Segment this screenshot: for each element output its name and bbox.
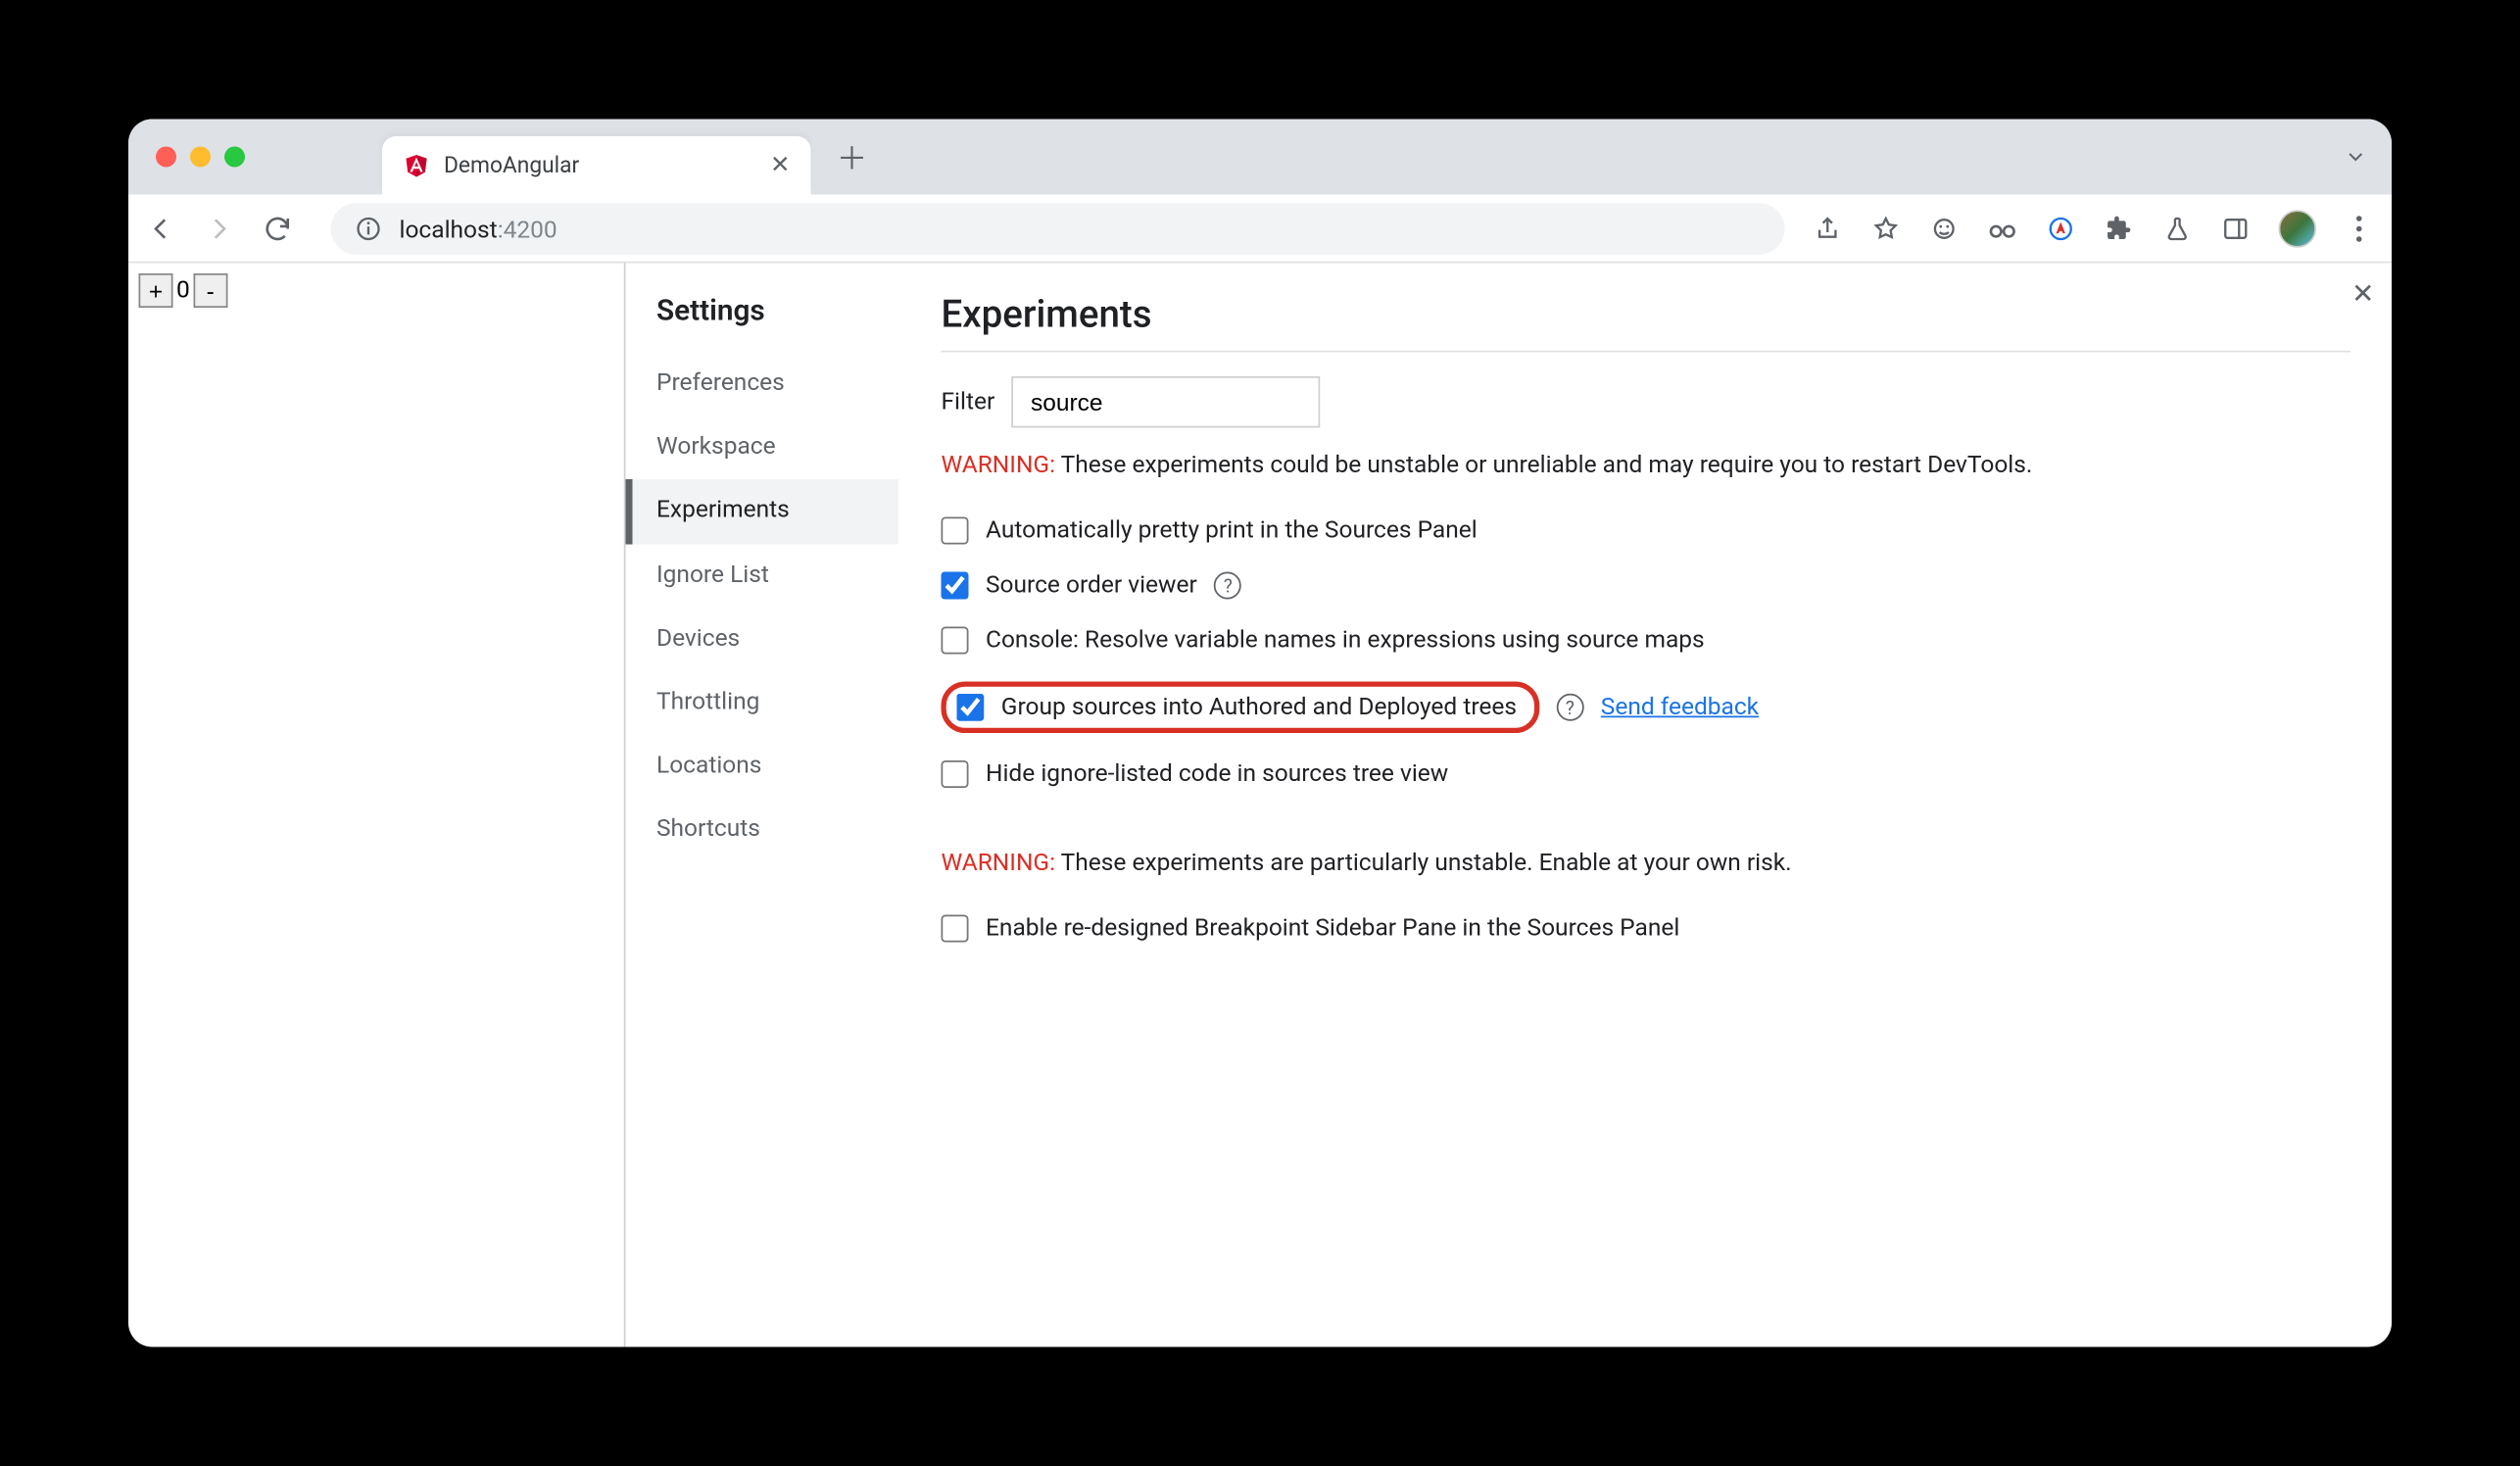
experiments-heading: Experiments <box>942 294 2351 353</box>
experiment-label: Console: Resolve variable names in expre… <box>986 627 1705 655</box>
experiment-row: Group sources into Authored and Deployed… <box>942 668 2351 748</box>
sidebar-item-ignore-list[interactable]: Ignore List <box>656 544 898 608</box>
sidebar-item-workspace[interactable]: Workspace <box>656 416 898 480</box>
experiment-checkbox[interactable] <box>942 915 969 943</box>
settings-main: Experiments Filter WARNING: These experi… <box>900 264 2393 1347</box>
sidebar-item-locations[interactable]: Locations <box>656 735 898 799</box>
experiment-label: Group sources into Authored and Deployed… <box>1001 694 1517 721</box>
settings-title: Settings <box>656 294 898 328</box>
experiment-row: Source order viewer? <box>942 559 2351 613</box>
settings-sidebar: Settings PreferencesWorkspaceExperiments… <box>626 264 900 1347</box>
window-close-button[interactable] <box>156 147 176 168</box>
browser-tab[interactable]: DemoAngular ✕ <box>382 136 811 195</box>
toolbar-actions <box>1813 209 2375 247</box>
filter-label: Filter <box>942 388 995 415</box>
warning-unstable: WARNING: These experiments could be unst… <box>942 452 2351 479</box>
extensions-icon[interactable] <box>2104 213 2135 244</box>
warning-very-unstable: WARNING: These experiments are particula… <box>942 850 2351 877</box>
filter-input[interactable] <box>1012 376 1321 428</box>
window-controls <box>156 147 245 168</box>
sidebar-item-devices[interactable]: Devices <box>656 608 898 671</box>
reload-button[interactable] <box>263 213 304 244</box>
experiment-checkbox[interactable] <box>942 517 969 545</box>
content-area: + 0 - ✕ Settings PreferencesWorkspaceExp… <box>128 264 2392 1347</box>
window-minimize-button[interactable] <box>190 147 211 168</box>
tab-title: DemoAngular <box>444 153 756 178</box>
sidebar-item-experiments[interactable]: Experiments <box>626 480 898 544</box>
counter-widget: + 0 - <box>139 273 614 308</box>
chevron-down-icon <box>2344 145 2368 170</box>
experiment-row: Console: Resolve variable names in expre… <box>942 613 2351 668</box>
panel-icon[interactable] <box>2220 213 2252 244</box>
url-host: localhost:4200 <box>400 212 557 244</box>
new-tab-button[interactable]: ＋ <box>828 133 876 181</box>
experiment-checkbox[interactable] <box>956 694 984 721</box>
experiment-row: Enable re-designed Breakpoint Sidebar Pa… <box>942 902 2351 956</box>
arrow-left-icon <box>146 213 177 244</box>
sidebar-item-shortcuts[interactable]: Shortcuts <box>656 799 898 862</box>
incognito-icon[interactable] <box>1929 213 1961 244</box>
help-icon[interactable]: ? <box>1214 572 1241 600</box>
labs-icon[interactable] <box>2162 213 2194 244</box>
share-icon[interactable] <box>1813 213 1844 244</box>
reload-icon <box>263 213 294 244</box>
site-info-icon[interactable] <box>355 215 382 242</box>
profile-avatar[interactable] <box>2279 209 2317 247</box>
experiment-checkbox[interactable] <box>942 627 969 655</box>
page-viewport: + 0 - <box>128 264 626 1347</box>
window-maximize-button[interactable] <box>224 147 245 168</box>
tab-close-icon[interactable]: ✕ <box>770 152 791 179</box>
close-settings-button[interactable]: ✕ <box>2351 277 2374 310</box>
kebab-menu-icon[interactable] <box>2344 213 2375 244</box>
sidebar-item-preferences[interactable]: Preferences <box>656 353 898 416</box>
angular-icon <box>403 152 430 179</box>
filter-row: Filter <box>942 376 2351 428</box>
sidebar-item-throttling[interactable]: Throttling <box>656 671 898 735</box>
back-button[interactable] <box>146 213 187 244</box>
help-icon[interactable]: ? <box>1556 694 1583 721</box>
counter-value: 0 <box>173 277 194 305</box>
experiment-checkbox[interactable] <box>942 760 969 788</box>
browser-window: DemoAngular ✕ ＋ localhost:4200 <box>128 120 2392 1347</box>
decrement-button[interactable]: - <box>193 273 227 308</box>
experiment-label: Hide ignore-listed code in sources tree … <box>986 760 1448 788</box>
address-bar[interactable]: localhost:4200 <box>331 202 1785 254</box>
angular-devtools-icon[interactable] <box>2046 213 2077 244</box>
increment-button[interactable]: + <box>139 273 173 308</box>
tab-overflow-button[interactable] <box>2344 145 2368 170</box>
experiment-row: Hide ignore-listed code in sources tree … <box>942 747 2351 802</box>
experiment-label: Automatically pretty print in the Source… <box>986 517 1478 545</box>
devtools-settings-panel: ✕ Settings PreferencesWorkspaceExperimen… <box>626 264 2393 1347</box>
highlighted-experiment: Group sources into Authored and Deployed… <box>942 682 1539 734</box>
experiment-label: Enable re-designed Breakpoint Sidebar Pa… <box>986 915 1679 943</box>
glasses-icon[interactable] <box>1987 213 2018 244</box>
arrow-right-icon <box>204 213 235 244</box>
experiment-checkbox[interactable] <box>942 572 969 600</box>
send-feedback-link[interactable]: Send feedback <box>1601 694 1759 721</box>
experiment-label: Source order viewer <box>986 572 1197 600</box>
browser-toolbar: localhost:4200 <box>128 195 2392 264</box>
forward-button[interactable] <box>204 213 245 244</box>
experiment-row: Automatically pretty print in the Source… <box>942 504 2351 559</box>
tab-strip: DemoAngular ✕ ＋ <box>128 120 2392 195</box>
bookmark-star-icon[interactable] <box>1870 213 1902 244</box>
